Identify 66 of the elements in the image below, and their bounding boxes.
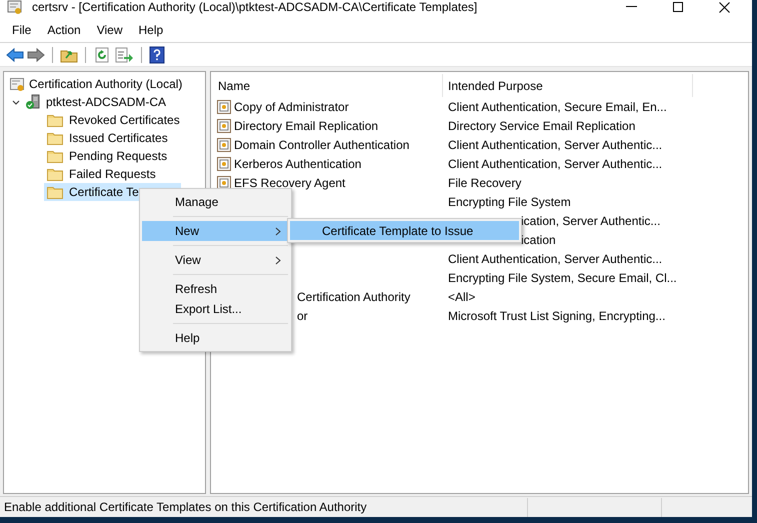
maximize-icon[interactable] <box>672 2 684 12</box>
menu-item[interactable]: Help <box>142 328 289 348</box>
table-cell-text: Directory Service Email Replication <box>448 118 636 134</box>
tree-item[interactable]: Revoked Certificates <box>44 111 181 129</box>
tree-item-label: Failed Requests <box>69 166 156 183</box>
table-cell-text: Client Authentication, Server Authentic... <box>448 250 662 268</box>
back-arrow-icon[interactable] <box>6 46 24 62</box>
menu-item[interactable]: File <box>4 19 40 41</box>
window-title: certsrv - [Certification Authority (Local)\ptktest-ADCSADM-CA\Certificate Templates] <box>32 0 478 16</box>
table-cell-text: ication <box>521 232 556 248</box>
table-cell-text: File Recovery <box>448 174 522 192</box>
folder-icon <box>47 131 63 145</box>
chevron-right-icon <box>275 226 281 236</box>
menu-item[interactable]: Certificate Template to Issue <box>290 221 519 240</box>
folder-icon <box>47 167 63 181</box>
forward-arrow-icon[interactable] <box>27 46 45 62</box>
table-cell-text: Encrypting File System <box>448 194 571 210</box>
table-cell-text: Encrypting File System, Secure Email, Cl... <box>448 270 677 286</box>
table-cell-text: ication, Server Authentic... <box>521 212 660 230</box>
tree-item[interactable]: Issued Certificates <box>44 129 181 147</box>
table-cell-text: Directory Email Replication <box>234 118 378 134</box>
chevron-right-icon <box>275 256 281 264</box>
column-header[interactable]: Intended Purpose <box>443 74 693 97</box>
menu-item[interactable]: Refresh <box>142 279 289 299</box>
tree-item-label: Pending Requests <box>69 148 168 165</box>
column-header[interactable]: Name <box>211 74 443 97</box>
table-cell-text: Client Authentication, Server Authentic... <box>448 136 662 154</box>
certificate-template-icon <box>216 136 232 152</box>
table-cell-text: EFS Recovery Agent <box>234 174 346 192</box>
certificate-template-icon <box>216 118 232 134</box>
menu-item[interactable]: Help <box>130 19 172 41</box>
tree-item-label: Revoked Certificates <box>69 112 180 129</box>
tree-item-label: Issued Certificates <box>69 130 168 147</box>
tree-item[interactable]: Failed Requests <box>44 165 181 183</box>
folder-icon <box>47 113 63 127</box>
menu-item[interactable]: View <box>88 19 130 41</box>
table-cell-text: Kerberos Authentication <box>234 156 362 172</box>
table-cell-text: Microsoft Trust List Signing, Encrypting... <box>448 308 666 324</box>
folder-icon <box>47 149 63 163</box>
menu-item[interactable]: Action <box>39 19 89 41</box>
table-cell-text: or <box>297 308 308 324</box>
help-icon[interactable] <box>149 46 165 64</box>
table-cell-text: Client Authentication, Secure Email, En... <box>448 98 667 116</box>
menu-item[interactable]: View <box>142 250 289 270</box>
tree-item[interactable]: Pending Requests <box>44 147 181 165</box>
menu-item[interactable]: New <box>142 221 289 241</box>
certificate-template-icon <box>216 156 232 172</box>
tree-item[interactable]: ptktest-ADCSADM-CA <box>46 93 166 111</box>
certificate-template-icon <box>216 98 232 114</box>
certificate-authority-icon <box>9 76 25 92</box>
tree-item[interactable]: Certification Authority (Local) <box>29 75 182 93</box>
server-icon <box>25 94 41 110</box>
menu-item[interactable]: Export List... <box>142 299 289 319</box>
folder-icon <box>47 185 63 199</box>
table-cell-text: Domain Controller Authentication <box>234 136 410 154</box>
table-cell-text: Certification Authority <box>297 288 410 306</box>
tree-item-label: Certificate Te <box>69 184 139 201</box>
table-cell-text: Client Authentication, Server Authentic... <box>448 156 662 172</box>
export-list-icon[interactable] <box>114 46 134 62</box>
refresh-icon[interactable] <box>93 46 111 62</box>
status-text: Enable additional Certificate Templates on this Certification Authority <box>3 499 368 516</box>
close-icon[interactable] <box>718 2 730 12</box>
table-cell-text: Copy of Administrator <box>234 98 349 116</box>
certificate-icon <box>7 0 23 15</box>
minimize-icon[interactable] <box>626 6 638 8</box>
table-cell-text: <All> <box>448 288 476 306</box>
